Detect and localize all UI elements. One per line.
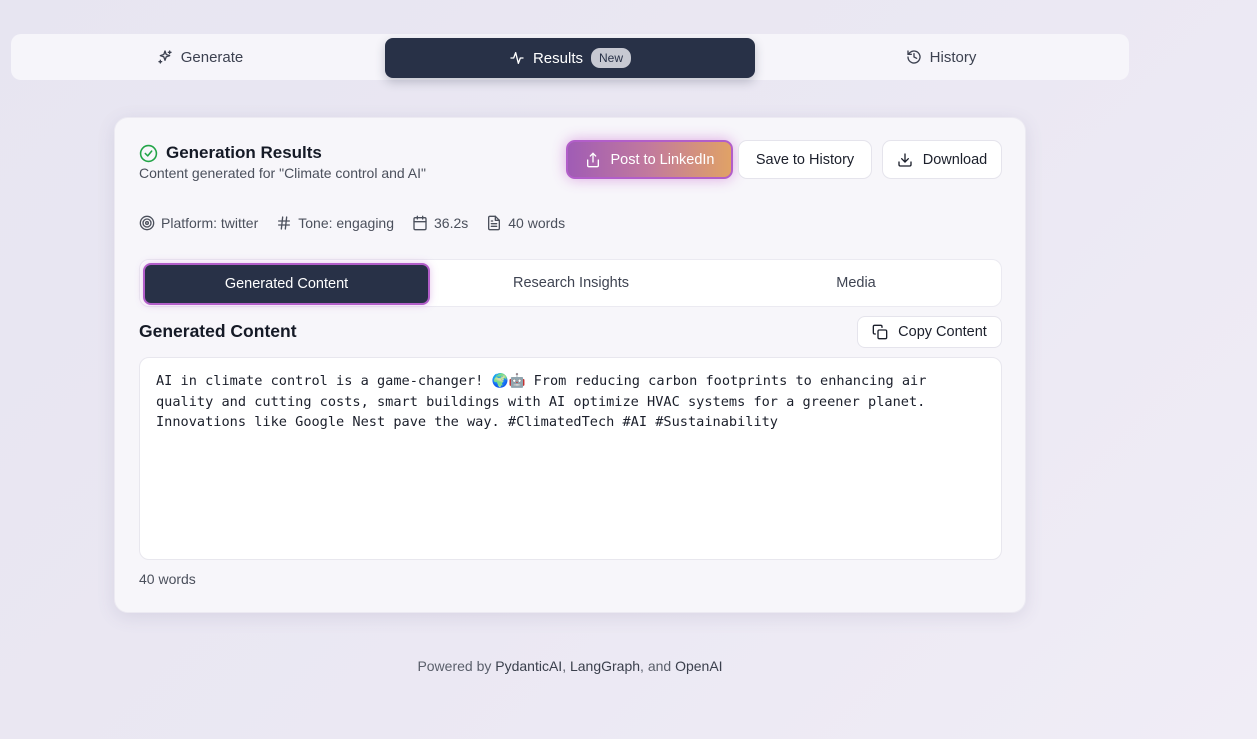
meta-tone: Tone: engaging	[276, 215, 394, 231]
meta-platform-text: Platform: twitter	[161, 215, 259, 231]
file-text-icon	[486, 215, 502, 231]
tab-generate[interactable]: Generate	[11, 34, 389, 80]
save-to-history-button[interactable]: Save to History	[738, 140, 872, 179]
footer-sep2: , and	[640, 658, 676, 674]
word-count: 40 words	[139, 571, 196, 587]
results-card: Generation Results Content generated for…	[114, 117, 1026, 613]
download-button[interactable]: Download	[882, 140, 1002, 179]
activity-icon	[509, 50, 525, 66]
post-to-linkedin-label: Post to LinkedIn	[610, 151, 715, 168]
download-icon	[897, 152, 913, 168]
new-badge: New	[591, 48, 632, 68]
results-title: Generation Results	[166, 143, 322, 162]
footer-langgraph: LangGraph	[569, 658, 641, 674]
tab-research-insights[interactable]: Research Insights	[429, 260, 713, 306]
copy-content-button[interactable]: Copy Content	[857, 316, 1002, 348]
sparkles-icon	[157, 49, 173, 65]
tab-generate-label: Generate	[180, 48, 244, 66]
tab-generated-content[interactable]: Generated Content	[143, 263, 430, 305]
footer: Powered by PydanticAI, LangGraph, and Op…	[0, 658, 1140, 674]
meta-words-text: 40 words	[508, 215, 566, 231]
target-icon	[139, 215, 155, 231]
meta-platform: Platform: twitter	[139, 215, 258, 231]
tab-history[interactable]: History	[753, 34, 1129, 80]
section-title: Generated Content	[139, 321, 297, 341]
post-to-linkedin-button[interactable]: Post to LinkedIn	[566, 140, 733, 179]
results-subtitle: Content generated for "Climate control a…	[139, 165, 426, 181]
meta-words: 40 words	[486, 215, 565, 231]
footer-prefix: Powered by	[417, 658, 496, 674]
tab-media[interactable]: Media	[713, 260, 999, 306]
history-icon	[906, 49, 922, 65]
meta-tone-text: Tone: engaging	[298, 215, 395, 231]
check-circle-icon	[139, 144, 158, 163]
footer-sep1: ,	[562, 658, 570, 674]
footer-pydantic: PydanticAI	[495, 658, 563, 674]
meta-time-text: 36.2s	[434, 215, 469, 231]
content-tab-bar: Generated Content Research Insights Medi…	[139, 259, 1002, 307]
meta-time: 36.2s	[412, 215, 468, 231]
hash-icon	[276, 215, 292, 231]
tab-history-label: History	[929, 48, 977, 66]
tab-results[interactable]: Results New	[385, 38, 755, 78]
results-header: Generation Results	[139, 143, 322, 163]
calendar-icon	[412, 215, 428, 231]
generated-content-textarea[interactable]: AI in climate control is a game-changer!…	[139, 357, 1002, 560]
download-label: Download	[922, 151, 988, 168]
tab-results-label: Results	[532, 49, 583, 67]
save-to-history-label: Save to History	[755, 151, 855, 168]
copy-icon	[872, 324, 888, 340]
copy-content-label: Copy Content	[898, 324, 987, 340]
footer-openai: OpenAI	[675, 658, 723, 674]
share-icon	[585, 152, 601, 168]
metadata-row: Platform: twitter Tone: engaging 36.2s 4…	[139, 215, 565, 231]
main-tab-bar: Generate Results New History	[11, 34, 1129, 80]
